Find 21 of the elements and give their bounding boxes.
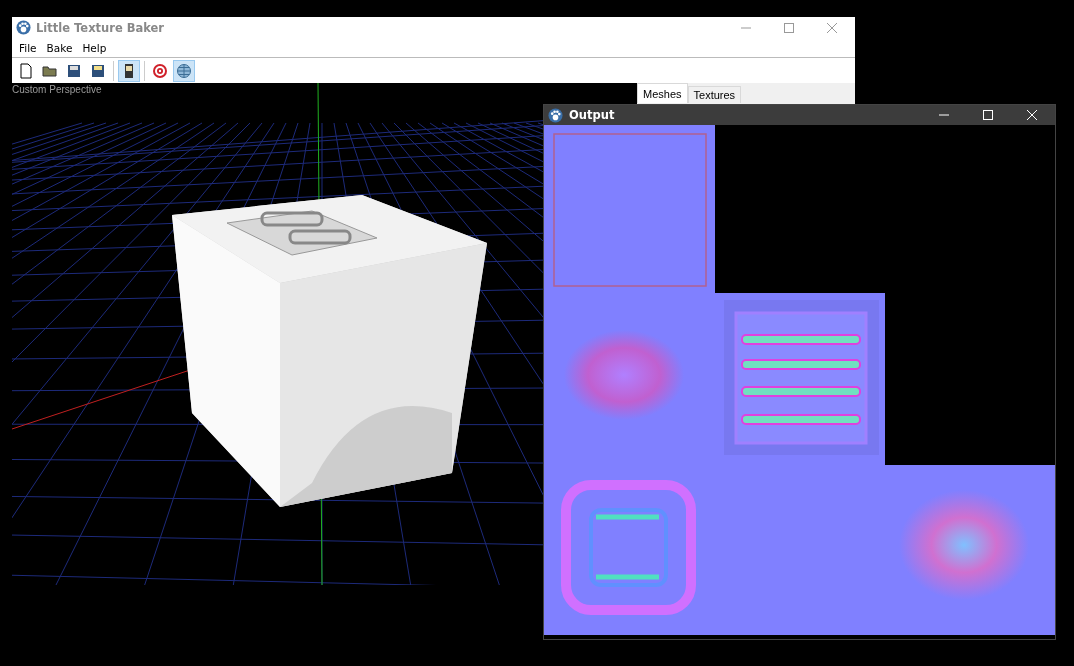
save-icon xyxy=(66,62,82,79)
maximize-icon xyxy=(784,22,794,33)
new-file-icon xyxy=(18,62,34,79)
app-logo-icon xyxy=(548,107,563,123)
close-icon xyxy=(827,22,837,33)
close-icon xyxy=(1027,110,1037,120)
tab[interactable]: Meshes xyxy=(637,83,688,103)
maximize-icon xyxy=(983,110,993,120)
tab[interactable]: Textures xyxy=(687,86,742,103)
target-icon xyxy=(152,62,168,79)
menu-item[interactable]: Help xyxy=(77,41,112,54)
toolbar-button[interactable] xyxy=(118,59,140,82)
globe-icon xyxy=(176,62,192,79)
app-logo-icon xyxy=(16,20,31,35)
save-as-icon xyxy=(90,62,106,79)
viewport-label: Custom Perspective xyxy=(12,84,102,95)
menu-item[interactable]: Bake xyxy=(41,41,78,54)
window-title: Output xyxy=(569,108,615,122)
window-title: Little Texture Baker xyxy=(36,20,165,35)
toolbar-button[interactable] xyxy=(173,59,195,82)
menu-item[interactable]: File xyxy=(14,41,42,54)
